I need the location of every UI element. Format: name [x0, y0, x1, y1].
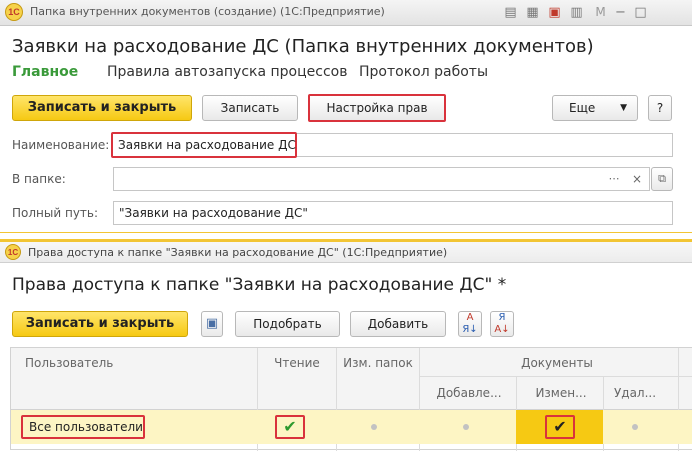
calculator-icon[interactable]: ▥	[568, 4, 585, 21]
path-field: "Заявки на расходование ДС"	[113, 201, 673, 225]
edit-checkbox[interactable]: ✔	[545, 415, 575, 439]
calendar-icon[interactable]: ▣	[546, 4, 563, 21]
add-button[interactable]: Добавить	[350, 311, 446, 337]
tab-autostart-rules[interactable]: Правила автозапуска процессов	[107, 64, 347, 80]
header-add[interactable]: Добавле...	[421, 386, 517, 400]
chevron-down-icon: ▼	[620, 103, 627, 113]
restore-icon[interactable]: □	[632, 4, 649, 21]
check-icon: ✔	[283, 417, 297, 436]
change-folders-dot[interactable]	[371, 424, 377, 430]
permissions-settings-button[interactable]: Настройка прав	[308, 94, 446, 122]
check-icon: ✔	[553, 417, 567, 436]
add-dot[interactable]	[463, 424, 469, 430]
dialog-save-and-close-button[interactable]: Записать и закрыть	[12, 311, 188, 337]
dialog-heading: Права доступа к папке "Заявки на расходо…	[12, 275, 507, 295]
user-cell[interactable]: Все пользователи	[21, 415, 145, 439]
header-change-folders[interactable]: Изм. папок	[338, 356, 418, 371]
header-delete[interactable]: Удал...	[605, 386, 665, 400]
permissions-table: Пользователь Чтение Изм. папок Документы…	[10, 347, 692, 451]
app-logo-icon: 1С	[5, 3, 23, 21]
header-user[interactable]: Пользователь	[25, 356, 113, 370]
path-label: Полный путь:	[12, 206, 99, 220]
read-checkbox[interactable]: ✔	[275, 415, 305, 439]
dots-icon[interactable]: ⋯	[604, 169, 624, 189]
header-subdivider	[419, 376, 692, 377]
help-button[interactable]: ?	[648, 95, 672, 121]
header-edit[interactable]: Измен...	[518, 386, 604, 400]
tab-work-log[interactable]: Протокол работы	[359, 64, 488, 80]
folder-field[interactable]	[113, 167, 650, 191]
minimize-icon[interactable]: −	[612, 4, 629, 21]
more-label: Еще	[569, 101, 596, 115]
dialog-logo-icon: 1С	[5, 244, 21, 260]
window-title: Папка внутренних документов (создание) (…	[30, 5, 385, 18]
page-title: Заявки на расходование ДС (Папка внутрен…	[12, 36, 594, 57]
delete-dot[interactable]	[632, 424, 638, 430]
window-titlebar: 1С Папка внутренних документов (создание…	[0, 0, 692, 26]
tab-main[interactable]: Главное	[12, 64, 78, 80]
sort-desc-icon[interactable]: Я А↓	[490, 311, 514, 337]
table-icon[interactable]: ▦	[524, 4, 541, 21]
sort-asc-icon[interactable]: А Я↓	[458, 311, 482, 337]
save-disk-icon[interactable]: ▣	[201, 311, 223, 337]
more-button[interactable]: Еще ▼	[552, 95, 638, 121]
header-documents: Документы	[521, 356, 593, 370]
header-read[interactable]: Чтение	[259, 356, 335, 370]
memory-icon[interactable]: M	[592, 4, 609, 21]
pick-button[interactable]: Подобрать	[235, 311, 340, 337]
open-icon[interactable]: ⧉	[651, 167, 673, 191]
name-field[interactable]: Заявки на расходование ДС	[111, 132, 297, 158]
name-label: Наименование:	[12, 138, 110, 152]
clear-icon[interactable]: ×	[627, 169, 647, 189]
save-and-close-button[interactable]: Записать и закрыть	[12, 95, 192, 121]
window-divider	[0, 232, 692, 239]
dialog-titlebar: 1С Права доступа к папке "Заявки на расх…	[0, 239, 692, 263]
sheet-icon[interactable]: ▤	[502, 4, 519, 21]
folder-label: В папке:	[12, 172, 66, 186]
dialog-title: Права доступа к папке "Заявки на расходо…	[28, 246, 448, 259]
name-field-bg[interactable]	[296, 133, 673, 157]
save-button[interactable]: Записать	[202, 95, 298, 121]
